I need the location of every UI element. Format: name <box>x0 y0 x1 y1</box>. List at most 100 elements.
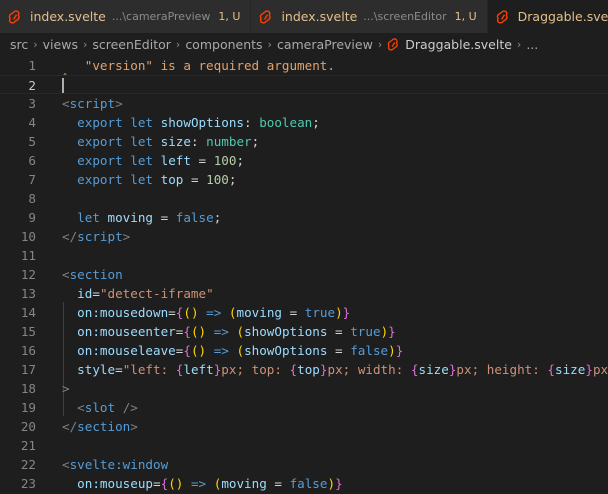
editor-tab-bar: index.svelte ...\cameraPreview 1, Uindex.s… <box>0 0 608 33</box>
code-text: on:mousedown={() => (moving = true)} <box>62 303 350 322</box>
code-line[interactable]: 1 "version" is a required argument. <box>0 56 608 75</box>
tab-status-badge: 1, U <box>454 10 477 23</box>
chevron-right-icon: › <box>175 37 181 51</box>
breadcrumb-item-file[interactable]: Draggable.svelte <box>387 37 512 52</box>
code-line[interactable]: 7 export let top = 100; <box>0 170 608 189</box>
code-token: ) <box>388 343 396 358</box>
code-line[interactable]: 14 on:mousedown={() => (moving = true)} <box>0 303 608 322</box>
code-token: = <box>266 476 290 491</box>
code-line[interactable]: 19 <slot /> <box>0 398 608 417</box>
code-line[interactable]: 6 export let left = 100; <box>0 151 608 170</box>
code-token: > <box>122 229 131 244</box>
chevron-right-icon: › <box>516 37 522 51</box>
code-token: () <box>168 476 184 491</box>
line-number: 18 <box>20 381 36 396</box>
code-editor[interactable]: 1 "version" is a required argument. 2 ˆ 3 <s… <box>0 55 608 494</box>
code-line[interactable]: 17 style="left: {left}px; top: {top}px; … <box>0 360 608 379</box>
code-token: ; <box>228 172 237 187</box>
code-token: < <box>62 267 70 282</box>
code-text: <section <box>62 265 123 284</box>
breadcrumb-item-views[interactable]: views <box>43 37 78 52</box>
code-token: let <box>130 153 154 168</box>
code-line[interactable]: 11 <box>0 246 608 265</box>
code-token: showOptions <box>244 343 328 358</box>
code-token: false <box>350 343 389 358</box>
line-number: 11 <box>20 248 36 263</box>
code-line[interactable]: 9 let moving = false; <box>0 208 608 227</box>
code-text: export let showOptions: boolean; <box>62 113 320 132</box>
code-line[interactable]: 15 on:mouseenter={() => (showOptions = t… <box>0 322 608 341</box>
code-token: } <box>585 362 593 377</box>
code-token: moving <box>221 476 267 491</box>
chevron-right-icon: › <box>267 37 272 51</box>
code-line[interactable]: 4 export let showOptions: boolean; <box>0 113 608 132</box>
code-token: < <box>62 96 70 111</box>
line-number: 20 <box>20 419 36 434</box>
code-token: px <box>592 362 608 377</box>
code-token: = <box>115 362 123 377</box>
code-line[interactable]: 23 on:mouseup={() => (moving = false)} <box>0 474 608 493</box>
code-line[interactable]: 10 </script> <box>0 227 608 246</box>
tab-2[interactable]: index.svelte ...\screenEditor 1, U <box>251 0 488 33</box>
code-line[interactable]: 22 <svelte:window <box>0 455 608 474</box>
tab-3[interactable]: Draggable.svelte <box>487 0 608 33</box>
code-text: let moving = false; <box>62 208 221 227</box>
breadcrumb-ellipsis[interactable]: ... <box>526 37 538 52</box>
code-text: on:mouseleave={() => (showOptions = fals… <box>62 341 403 360</box>
code-token: let <box>130 172 154 187</box>
code-line[interactable]: 8 <box>0 189 608 208</box>
line-number: 2 <box>28 78 36 93</box>
code-token: export <box>77 134 123 149</box>
code-line[interactable]: 5 export let size: number; <box>0 132 608 151</box>
code-token: = <box>153 476 161 491</box>
breadcrumb-item-src[interactable]: src <box>10 37 28 52</box>
code-token: < <box>77 400 85 415</box>
breadcrumb-item-screeneditor[interactable]: screenEditor <box>92 37 171 52</box>
code-token: } <box>335 476 343 491</box>
code-line[interactable]: 13 id="detect-iframe" <box>0 284 608 303</box>
code-line[interactable]: 20 </section> <box>0 417 608 436</box>
code-line[interactable]: 3 <script> <box>0 94 608 113</box>
code-token: ) <box>335 305 343 320</box>
breadcrumb-item-camerapreview[interactable]: cameraPreview <box>277 37 373 52</box>
code-token: { <box>183 324 191 339</box>
code-line[interactable]: 18 > <box>0 379 608 398</box>
code-token: showOptions <box>244 324 328 339</box>
breadcrumb-filename: Draggable.svelte <box>405 36 512 52</box>
line-number: 9 <box>28 210 36 225</box>
code-token: ( <box>236 343 245 358</box>
line-number: 23 <box>20 476 36 491</box>
code-line[interactable]: 16 on:mouseleave={() => (showOptions = f… <box>0 341 608 360</box>
code-line[interactable]: 21 <box>0 436 608 455</box>
breadcrumb-item-components[interactable]: components <box>185 37 262 52</box>
tab-filename: index.svelte <box>30 9 106 24</box>
code-token: px; height: <box>456 362 548 377</box>
code-token: = <box>190 153 214 168</box>
code-token: on:mouseenter <box>77 324 176 339</box>
code-token: = <box>281 305 305 320</box>
breadcrumb: src › views › screenEditor › components › camera… <box>0 33 608 55</box>
code-token: left <box>183 362 214 377</box>
tab-path-description: ...\cameraPreview <box>111 10 211 23</box>
code-token: let <box>77 210 100 225</box>
tab-1[interactable]: index.svelte ...\cameraPreview 1, U <box>0 0 252 33</box>
line-number: 6 <box>28 153 36 168</box>
code-line[interactable]: 12 <section <box>0 265 608 284</box>
code-token: } <box>388 324 396 339</box>
code-token: { <box>289 362 298 377</box>
code-token: ; <box>213 210 222 225</box>
line-number: 21 <box>20 438 36 453</box>
code-line[interactable]: 2ˆ <box>0 73 608 94</box>
code-text: export let top = 100; <box>62 170 236 189</box>
code-token: left <box>160 153 191 168</box>
